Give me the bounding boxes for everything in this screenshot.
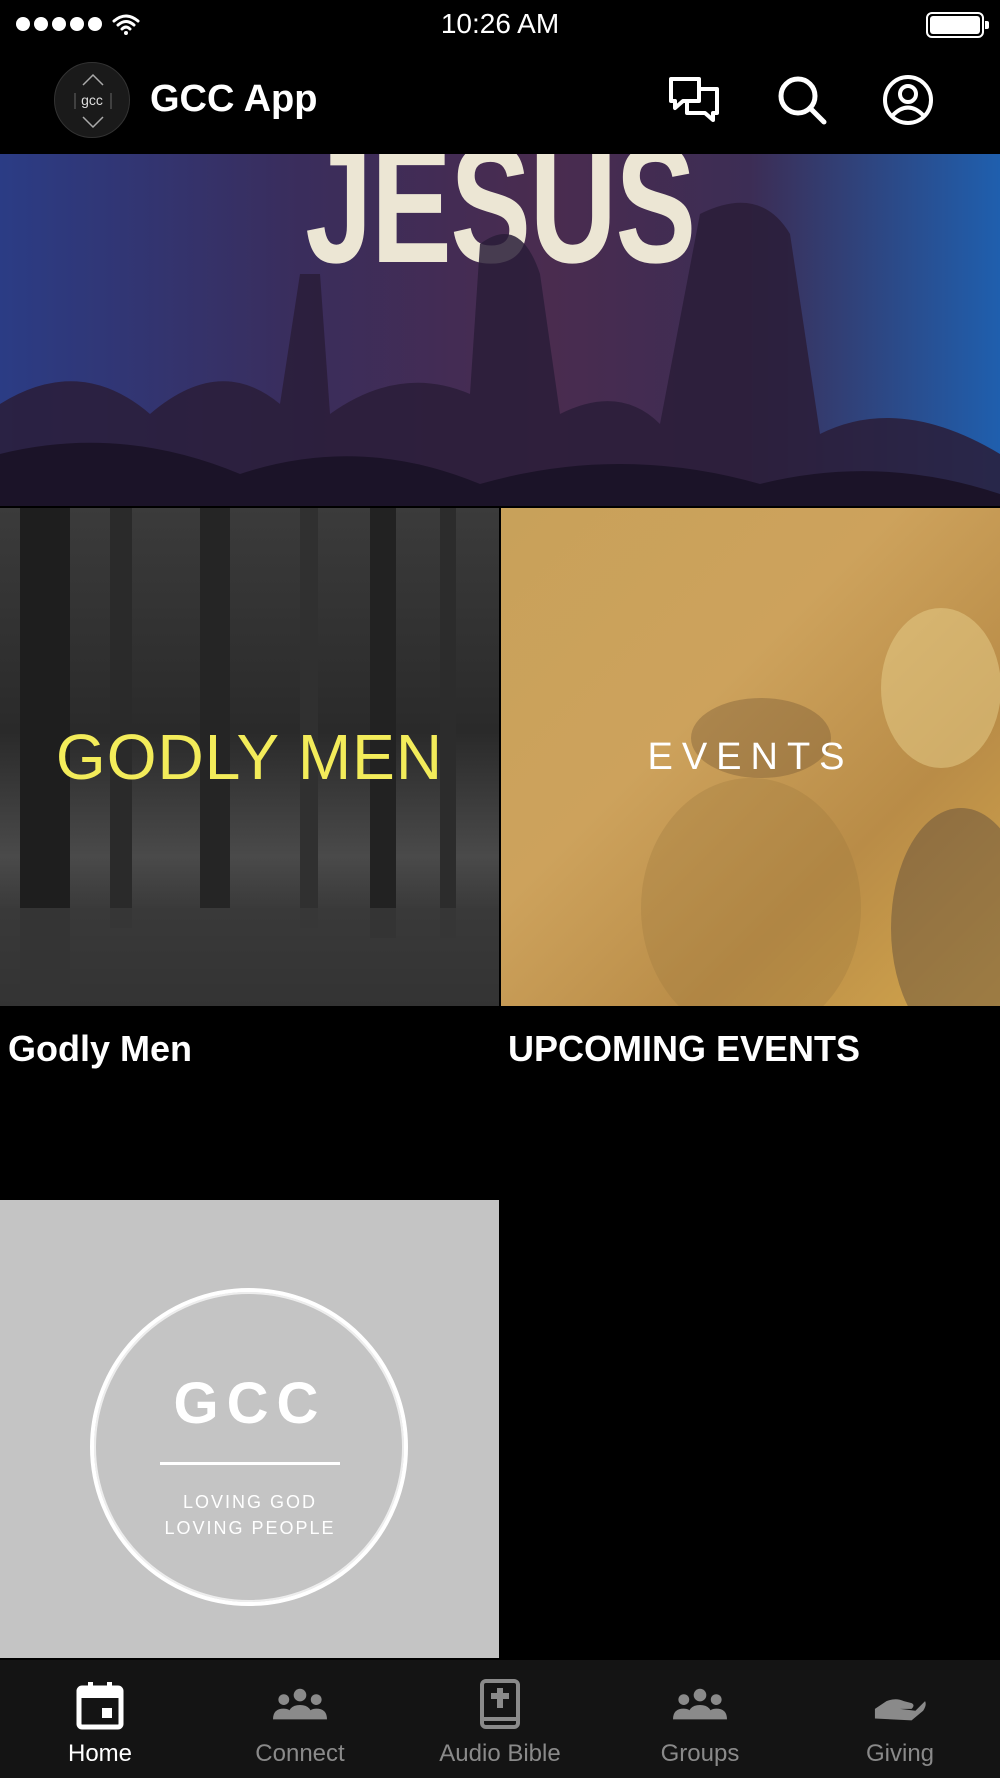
events-image: EVENTS	[501, 508, 1000, 1006]
app-title: GCC App	[150, 78, 318, 120]
gcc-tagline-1: LOVING GOD	[182, 1492, 318, 1512]
hero-banner[interactable]: JESUS	[0, 154, 1000, 506]
search-icon	[778, 76, 827, 125]
chat-icon	[669, 77, 719, 122]
app-header: gcc GCC App	[0, 50, 1000, 154]
godly-men-title[interactable]: Godly Men	[8, 1028, 192, 1070]
app-logo[interactable]: gcc	[54, 62, 130, 138]
people-icon	[673, 1678, 727, 1732]
tab-connect[interactable]: Connect	[200, 1660, 400, 1778]
tab-bar: Home Connect Audio Bible Groups Giving	[0, 1660, 1000, 1778]
calendar-icon	[73, 1678, 127, 1732]
account-button[interactable]	[880, 72, 936, 128]
tab-groups[interactable]: Groups	[600, 1660, 800, 1778]
status-bar: 10:26 AM	[0, 0, 1000, 50]
tab-audio-bible[interactable]: Audio Bible	[400, 1660, 600, 1778]
godly-men-image: GODLY MEN	[0, 508, 499, 1006]
events-title[interactable]: UPCOMING EVENTS	[508, 1028, 860, 1070]
search-button[interactable]	[774, 72, 830, 128]
gcc-logo-circle-inner	[94, 1292, 404, 1602]
account-icon	[883, 75, 933, 125]
status-time: 10:26 AM	[440, 8, 560, 39]
gcc-logo-divider	[160, 1462, 340, 1465]
tab-giving-label: Giving	[865, 1740, 935, 1767]
tab-home[interactable]: Home	[0, 1660, 200, 1778]
gcc-tile[interactable]: GCC LOVING GOD LOVING PEOPLE	[0, 1200, 499, 1658]
tab-groups-label: Groups	[660, 1740, 740, 1767]
bible-icon	[473, 1678, 527, 1732]
godly-men-tile[interactable]: GODLY MEN	[0, 508, 499, 1006]
people-icon	[273, 1678, 327, 1732]
godly-men-image-text: GODLY MEN	[55, 721, 444, 793]
giving-hand-icon	[873, 1678, 927, 1732]
chat-button[interactable]	[666, 72, 722, 128]
battery-icon	[926, 12, 989, 38]
tab-audio-bible-label: Audio Bible	[439, 1740, 561, 1767]
tab-connect-label: Connect	[255, 1740, 345, 1767]
events-tile[interactable]: EVENTS	[501, 508, 1000, 1006]
gcc-tagline-2: LOVING PEOPLE	[164, 1518, 336, 1538]
tab-giving[interactable]: Giving	[800, 1660, 1000, 1778]
tab-home-label: Home	[67, 1740, 133, 1767]
events-image-text: EVENTS	[647, 735, 854, 778]
gcc-logo-text: GCC	[173, 1371, 327, 1436]
logo-chevrons-icon	[74, 73, 112, 129]
crowd-silhouette	[0, 202, 1000, 506]
